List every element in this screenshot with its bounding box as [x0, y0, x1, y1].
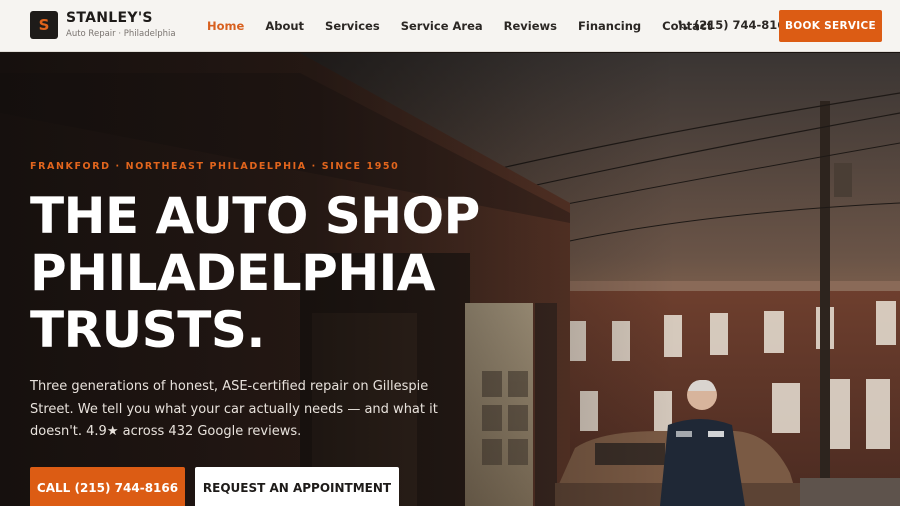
- call-phone-button[interactable]: CALL (215) 744-8166: [30, 467, 185, 506]
- hero-eyebrow: FRANKFORD · NORTHEAST PHILADELPHIA · SIN…: [30, 161, 400, 172]
- phone-icon: [678, 20, 688, 30]
- site-header: S STANLEY'S Auto Repair · Philadelphia H…: [0, 0, 900, 52]
- headline-line-1: THE AUTO SHOP: [30, 187, 480, 245]
- header-phone-link[interactable]: (215) 744-8166: [677, 18, 793, 32]
- brand-name: STANLEY'S: [66, 10, 153, 26]
- request-appointment-button[interactable]: REQUEST AN APPOINTMENT: [195, 467, 399, 506]
- headline-line-2: PHILADELPHIA: [30, 244, 435, 302]
- nav-about[interactable]: About: [265, 19, 304, 33]
- logo[interactable]: S STANLEY'S Auto Repair · Philadelphia: [30, 11, 176, 39]
- logo-mark: S: [30, 11, 58, 39]
- main-nav: Home About Services Service Area Reviews…: [207, 0, 733, 52]
- nav-reviews[interactable]: Reviews: [504, 19, 557, 33]
- headline-line-3: TRUSTS.: [30, 301, 265, 359]
- hero-headline: THE AUTO SHOP PHILADELPHIA TRUSTS.: [30, 188, 480, 359]
- nav-financing[interactable]: Financing: [578, 19, 641, 33]
- nav-services[interactable]: Services: [325, 19, 380, 33]
- hero-section: FRANKFORD · NORTHEAST PHILADELPHIA · SIN…: [0, 53, 900, 506]
- nav-service-area[interactable]: Service Area: [401, 19, 483, 33]
- logo-text: STANLEY'S Auto Repair · Philadelphia: [66, 10, 176, 40]
- hero-description: Three generations of honest, ASE-certifi…: [30, 379, 438, 439]
- book-service-button[interactable]: BOOK SERVICE: [779, 10, 882, 42]
- nav-home[interactable]: Home: [207, 19, 244, 33]
- brand-tagline: Auto Repair · Philadelphia: [66, 29, 176, 39]
